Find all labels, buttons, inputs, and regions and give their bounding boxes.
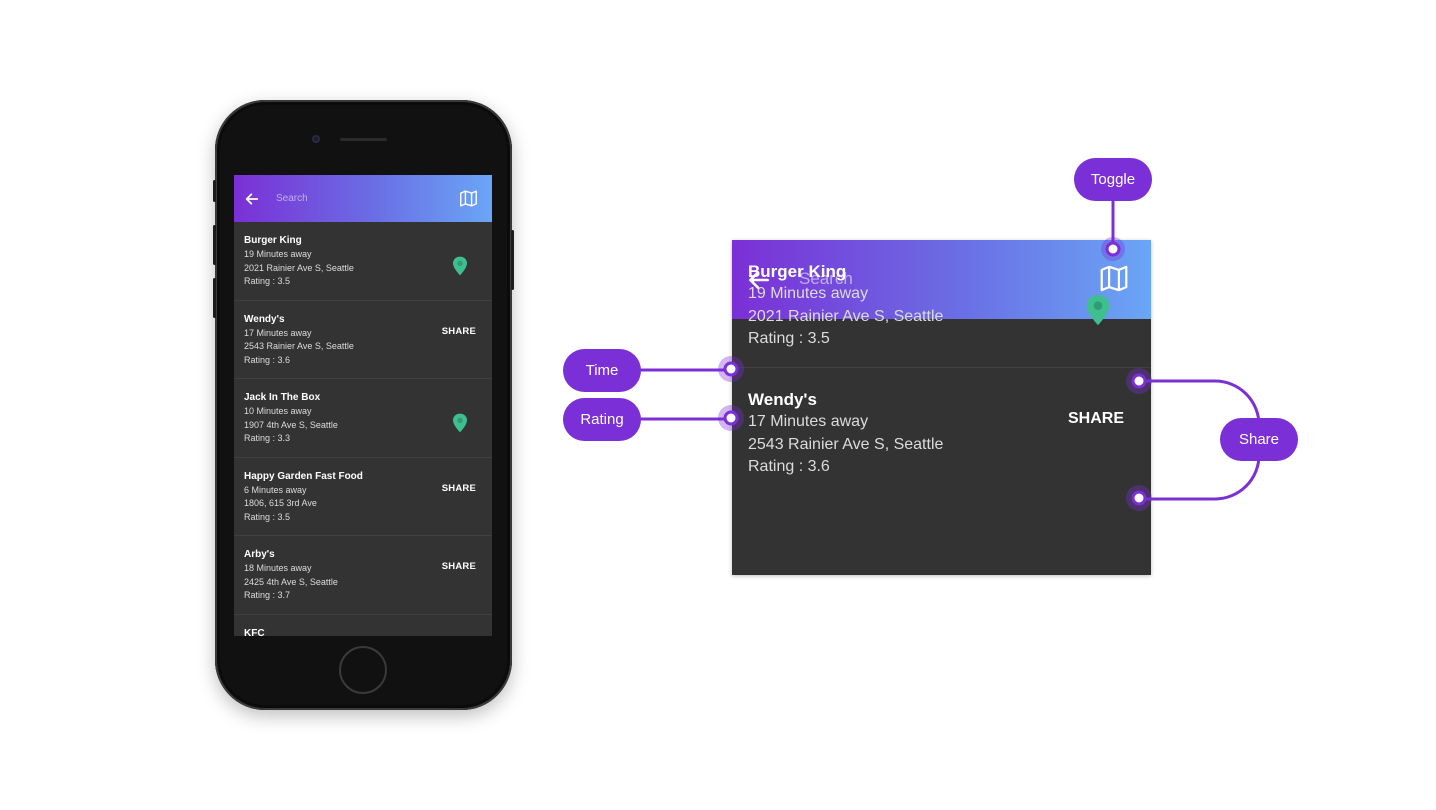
map-pin-icon[interactable]: [452, 256, 468, 276]
app-bar: Search: [234, 175, 492, 222]
share-button[interactable]: SHARE: [442, 561, 476, 572]
list-item[interactable]: Burger King 19 Minutes away 2021 Rainier…: [234, 222, 492, 301]
restaurant-rating: Rating : 3.3: [244, 433, 291, 443]
restaurant-name: Happy Garden Fast Food: [244, 470, 363, 482]
restaurant-name: KFC: [244, 627, 265, 637]
restaurant-address: 1806, 615 3rd Ave: [244, 498, 317, 508]
restaurant-address: 1907 4th Ave S, Seattle: [244, 419, 338, 430]
restaurant-rating: Rating : 3.5: [244, 511, 291, 522]
restaurant-time: 10 Minutes away: [244, 406, 312, 416]
search-input[interactable]: Search: [276, 193, 308, 204]
restaurant-time: 19 Minutes away: [748, 285, 869, 302]
restaurant-list: Burger King 19 Minutes away 2021 Rainier…: [234, 222, 492, 636]
phone-volume-down-button: [213, 278, 216, 318]
zoomed-detail-card: Search Burger King 19 Minutes away 2021 …: [732, 240, 1151, 575]
restaurant-address: 2543 Rainier Ave S, Seattle: [748, 435, 944, 453]
restaurant-name: Wendy's: [244, 313, 285, 325]
restaurant-rating: Rating : 3.7: [244, 590, 291, 600]
map-pin-icon[interactable]: [452, 413, 468, 433]
phone-side-button: [213, 180, 216, 202]
list-item[interactable]: Burger King 19 Minutes away 2021 Rainier…: [732, 240, 1151, 368]
annotation-time: Time: [563, 349, 641, 392]
arrow-left-icon[interactable]: [244, 191, 260, 207]
restaurant-rating: Rating : 3.5: [748, 330, 830, 347]
restaurant-rating: Rating : 3.5: [244, 276, 291, 286]
restaurant-address: 2425 4th Ave S, Seattle: [244, 576, 338, 587]
phone-camera: [312, 135, 320, 143]
annotation-share: Share: [1220, 418, 1298, 461]
restaurant-rating: Rating : 3.6: [244, 354, 291, 365]
phone-mockup: Search Burger King 19 Minutes away 2021 …: [213, 100, 514, 710]
restaurant-name: Jack In The Box: [244, 392, 321, 403]
map-icon[interactable]: [459, 190, 478, 207]
phone-volume-up-button: [213, 225, 216, 265]
phone-speaker: [340, 138, 387, 141]
restaurant-address: 2021 Rainier Ave S, Seattle: [244, 262, 354, 273]
list-item[interactable]: Arby's 18 Minutes away 2425 4th Ave S, S…: [234, 536, 492, 615]
share-button[interactable]: SHARE: [442, 326, 476, 337]
restaurant-name: Wendy's: [748, 390, 817, 409]
list-item[interactable]: KFC: [234, 615, 492, 637]
annotation-toggle: Toggle: [1074, 158, 1152, 201]
annotation-rating: Rating: [563, 398, 641, 441]
restaurant-name: Burger King: [244, 235, 302, 246]
phone-home-button: [339, 646, 387, 694]
list-item[interactable]: Jack In The Box 10 Minutes away 1907 4th…: [234, 379, 492, 458]
restaurant-time: 19 Minutes away: [244, 249, 312, 259]
restaurant-rating: Rating : 3.6: [748, 458, 830, 475]
phone-power-button: [511, 230, 514, 290]
restaurant-name: Arby's: [244, 549, 275, 560]
list-item[interactable]: Wendy's 17 Minutes away 2543 Rainier Ave…: [732, 368, 1151, 496]
list-item[interactable]: Happy Garden Fast Food 6 Minutes away 18…: [234, 458, 492, 536]
restaurant-address: 2021 Rainier Ave S, Seattle: [748, 307, 944, 325]
list-item[interactable]: Wendy's 17 Minutes away 2543 Rainier Ave…: [234, 301, 492, 379]
share-button[interactable]: SHARE: [442, 483, 476, 494]
map-pin-icon[interactable]: [1085, 293, 1111, 327]
phone-screen: Search Burger King 19 Minutes away 2021 …: [234, 175, 492, 636]
restaurant-address: 2543 Rainier Ave S, Seattle: [244, 341, 354, 351]
share-button[interactable]: SHARE: [1068, 410, 1124, 428]
restaurant-name: Burger King: [748, 262, 847, 281]
